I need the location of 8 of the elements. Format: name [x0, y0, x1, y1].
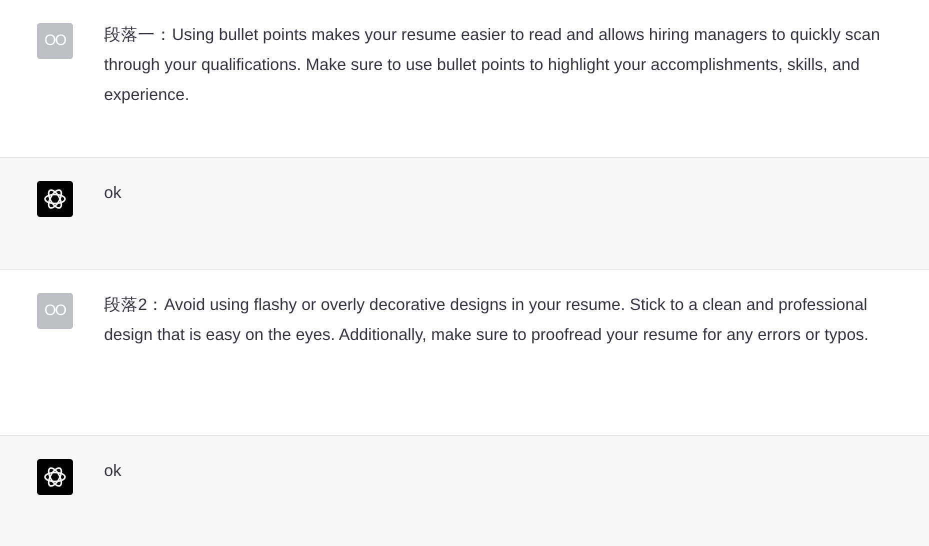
logo-icon — [37, 459, 73, 495]
logo-icon — [37, 181, 73, 217]
message-text: ok — [104, 183, 122, 204]
user-avatar: OO — [37, 293, 73, 329]
message-text: ok — [104, 461, 122, 482]
message-text: 段落一：Using bullet points makes your resume easier to read and allows hiring managers to quickly scan through your qualifications. Make sure to use bullet points to highlight your accomplishments, skills, and experience. — [104, 25, 882, 106]
user-avatar: OO — [37, 23, 73, 59]
message-text: 段落2：Avoid using flashy or overly decorative designs in your resume. Stick to a clean and professional design that is easy on the eyes. Additionally, make sure to proofread your resume for any errors or typos. — [104, 295, 870, 346]
